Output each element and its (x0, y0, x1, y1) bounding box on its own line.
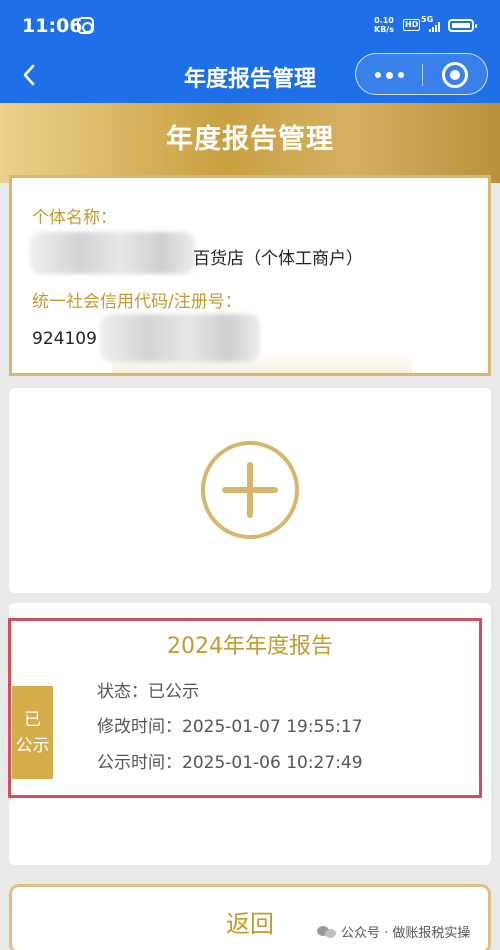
status-label: 状态： (97, 682, 148, 702)
status-row: 状态：已公示 (97, 677, 199, 702)
more-button[interactable] (356, 54, 422, 96)
net-speed-value: 0.10 (374, 16, 394, 25)
capsule-divider (422, 64, 423, 86)
add-icon[interactable] (201, 441, 299, 539)
modified-value: 2025-01-07 19:55:17 (182, 717, 363, 737)
more-icon (374, 72, 381, 78)
entity-name-value: 百货店（个体工商户） (193, 249, 363, 269)
badge-line-2: 公示 (15, 735, 50, 756)
mini-program-capsule (355, 53, 488, 95)
status-value: 已公示 (148, 682, 199, 702)
entity-name-label: 个体名称： (32, 208, 117, 228)
watermark-text: 公众号 · 做账报税实操 (341, 926, 471, 941)
watermark: 公众号 · 做账报税实操 (317, 922, 470, 941)
badge-line-1: 已 (24, 709, 41, 730)
published-time-row: 公示时间：2025-01-06 10:27:49 (97, 748, 363, 773)
app-notification-icon (77, 17, 94, 34)
top-bar: 11:06 0.10 KB/s HD 5G 年度报告管理 (0, 0, 500, 103)
signal-icon (429, 22, 443, 32)
credit-code-value: 924109 (32, 329, 97, 349)
published-badge: 已 公示 (12, 686, 53, 779)
report-title: 2024年年度报告 (167, 634, 333, 659)
close-mini-program-button[interactable] (442, 62, 468, 88)
published-label: 公示时间： (97, 753, 182, 773)
modified-time-row: 修改时间：2025-01-07 19:55:17 (97, 712, 363, 737)
page-title: 年度报告管理 (166, 124, 334, 155)
status-bar: 11:06 0.10 KB/s HD 5G (0, 0, 500, 52)
hd-icon: HD (403, 19, 421, 31)
net-speed-unit: KB/s (374, 25, 394, 34)
redacted-code (100, 314, 260, 362)
nav-bar: 年度报告管理 (0, 52, 500, 103)
net-speed: 0.10 KB/s (374, 16, 394, 34)
redacted-name (30, 232, 195, 274)
published-value: 2025-01-06 10:27:49 (182, 753, 363, 773)
wechat-icon (317, 924, 337, 940)
battery-icon (448, 19, 477, 32)
credit-code-label: 统一社会信用代码/注册号： (32, 292, 242, 312)
modified-label: 修改时间： (97, 717, 182, 737)
status-time: 11:06 (22, 15, 83, 37)
